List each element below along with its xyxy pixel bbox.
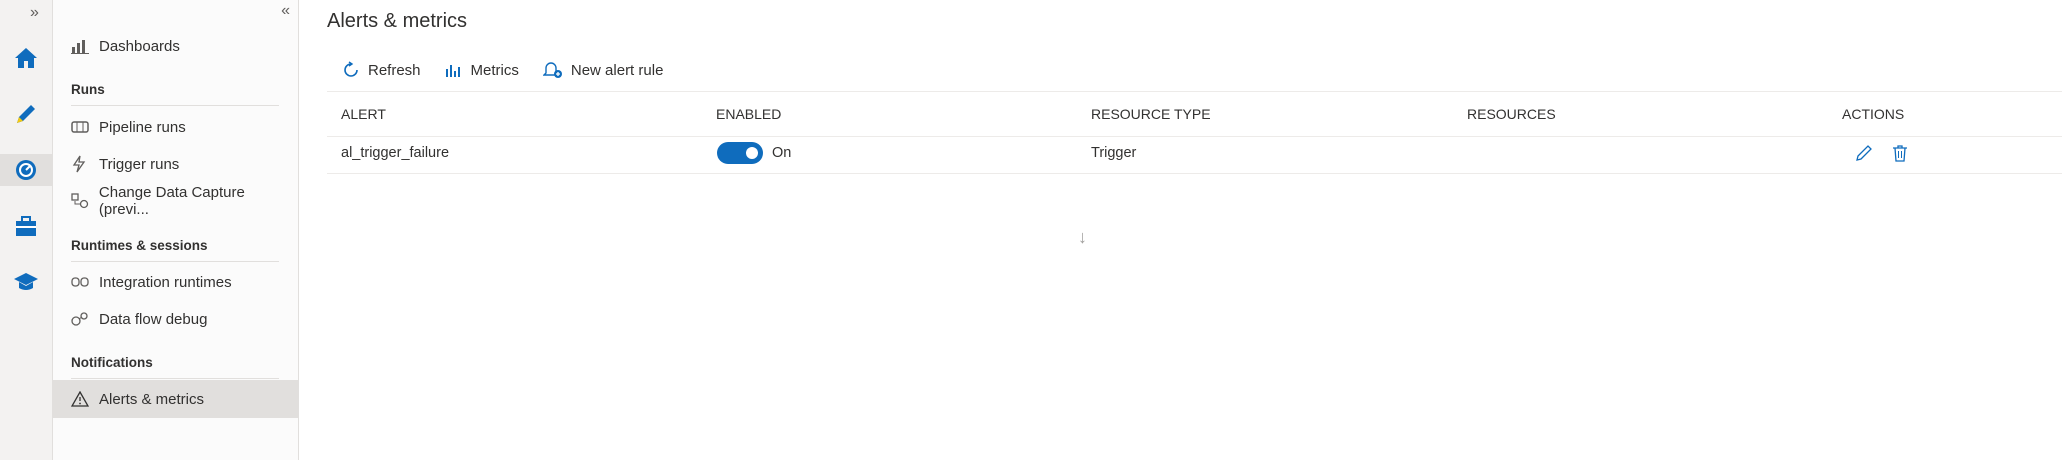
refresh-label: Refresh [368,61,421,79]
toolbar: Refresh Metrics New alert rule [342,58,687,82]
sidebar-item-label: Alerts & metrics [99,390,205,408]
sidebar-item-label: Pipeline runs [99,118,186,136]
table-row[interactable]: al_trigger_failure On Trigger [327,135,2062,174]
sidebar-item-label: Integration runtimes [99,273,232,291]
new-alert-rule-label: New alert rule [570,61,664,79]
pipeline-runs-icon [71,120,91,134]
icon-rail: » [0,0,53,460]
integration-runtimes-icon [71,275,91,289]
dashboards-icon [71,38,91,54]
expand-icon[interactable]: » [30,4,39,22]
trigger-runs-icon [71,155,91,173]
enabled-label: On [772,145,792,161]
table-header: ALERT ENABLED RESOURCE TYPE RESOURCES AC… [327,91,2062,137]
column-header-resources[interactable]: RESOURCES [1467,106,1556,122]
sidebar-item-pipeline-runs[interactable]: Pipeline runs [53,109,298,145]
metrics-button[interactable]: Metrics [445,62,519,79]
sidebar-item-change-data-capture[interactable]: Change Data Capture (previ... [53,183,298,219]
sidebar-item-label: Change Data Capture (previ... [98,184,245,218]
column-header-enabled[interactable]: ENABLED [716,106,781,122]
section-title-runtimes: Runtimes & sessions [71,238,279,262]
toolbox-icon[interactable] [10,210,42,242]
sidebar-item-label: Data flow debug [99,310,208,328]
enabled-toggle[interactable] [717,142,763,164]
refresh-button[interactable]: Refresh [342,61,421,79]
new-alert-rule-button[interactable]: New alert rule [542,61,664,79]
page-title: Alerts & metrics [327,10,468,32]
edit-icon[interactable] [1855,144,1873,166]
graduation-cap-icon[interactable] [10,266,42,298]
mouse-cursor: ↓ [1078,227,1087,247]
pencil-icon[interactable] [10,98,42,130]
metrics-label: Metrics [470,61,519,79]
resource-type: Trigger [1091,145,1137,161]
section-title-runs: Runs [71,82,279,106]
sidebar-item-label: Dashboards [99,37,180,55]
sidebar: « Dashboards Runs Pipeline runs Trigger … [53,0,299,460]
metrics-icon [445,62,463,78]
sidebar-item-dashboards[interactable]: Dashboards [53,28,298,64]
home-icon[interactable] [10,42,42,74]
sidebar-item-integration-runtimes[interactable]: Integration runtimes [53,264,298,300]
section-title-notifications: Notifications [71,355,279,379]
sidebar-item-label: Trigger runs [99,155,180,173]
column-header-resource-type[interactable]: RESOURCE TYPE [1091,106,1211,122]
monitor-gauge-icon[interactable] [0,154,52,186]
main-content: Alerts & metrics Refresh Metrics New ale… [300,0,2062,460]
data-flow-debug-icon [71,311,91,327]
column-header-alert[interactable]: ALERT [341,106,386,122]
sidebar-item-trigger-runs[interactable]: Trigger runs [53,146,298,182]
column-header-actions: ACTIONS [1842,106,1905,122]
refresh-icon [342,61,360,79]
new-alert-icon [542,61,563,79]
alert-name[interactable]: al_trigger_failure [341,145,449,161]
change-data-capture-icon [71,193,91,209]
sidebar-item-alerts-metrics[interactable]: Alerts & metrics [53,380,298,418]
collapse-icon[interactable]: « [281,2,290,20]
sidebar-item-data-flow-debug[interactable]: Data flow debug [53,301,298,337]
warning-triangle-icon [71,391,91,407]
delete-icon[interactable] [1892,144,1908,166]
